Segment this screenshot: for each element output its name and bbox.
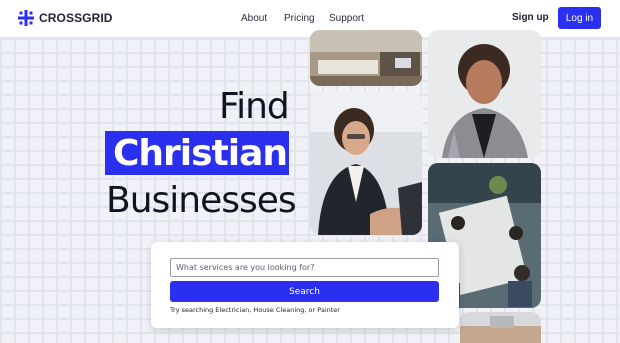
signup-link[interactable]: Sign up [512, 12, 549, 23]
crossgrid-logo-icon [18, 10, 34, 26]
photo-bottom-partial [460, 312, 541, 343]
brand-logo[interactable]: CROSSGRID [18, 10, 113, 26]
hero-line-christian: Christian [113, 133, 288, 174]
search-card: Search Try searching Electrician, House … [151, 242, 459, 328]
brand-name: CROSSGRID [39, 11, 113, 25]
hero-line-businesses: Businesses [106, 180, 297, 221]
photo-businesswoman [428, 30, 541, 158]
photo-handshake [310, 92, 422, 235]
nav-about-link[interactable]: About [241, 13, 267, 24]
hero-line-find: Find [219, 86, 290, 127]
photo-office-desk [310, 30, 422, 86]
search-button[interactable]: Search [170, 281, 439, 302]
nav-support-link[interactable]: Support [329, 13, 364, 24]
search-hint: Try searching Electrician, House Cleanin… [170, 306, 340, 314]
login-button[interactable]: Log in [558, 7, 601, 29]
service-search-input[interactable] [170, 258, 439, 277]
nav-pricing-link[interactable]: Pricing [284, 13, 315, 24]
